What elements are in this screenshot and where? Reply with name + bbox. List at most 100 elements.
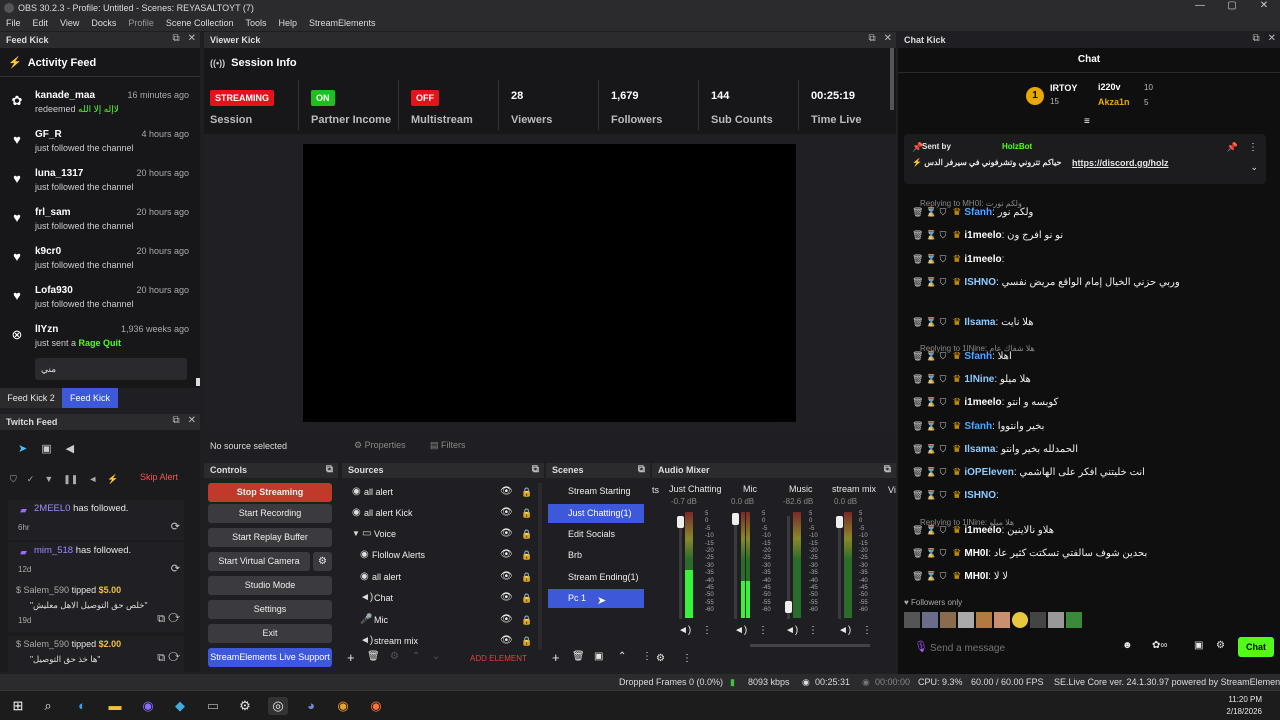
emote-icon[interactable] bbox=[976, 612, 992, 628]
lock-icon[interactable]: 🔒 bbox=[521, 631, 532, 651]
properties-button[interactable]: ⚙ Properties bbox=[350, 438, 410, 453]
mod-tools-icon[interactable]: 🗑 ⌛ ⛉ bbox=[912, 571, 946, 581]
replay-icon[interactable]: ⧉ ⟳ bbox=[157, 613, 180, 626]
close-icon[interactable]: ✕ bbox=[1268, 33, 1276, 44]
more-icon[interactable]: ⋮ bbox=[642, 651, 652, 662]
volume-knob[interactable] bbox=[836, 516, 843, 528]
lock-icon[interactable]: 🔒 bbox=[521, 610, 532, 630]
mod-tools-icon[interactable]: 🗑 ⌛ ⛉ bbox=[912, 317, 946, 327]
volume-icon[interactable]: ◄ bbox=[88, 474, 97, 485]
volume-slider[interactable] bbox=[838, 516, 841, 619]
chat-send-button[interactable]: Chat bbox=[1238, 637, 1274, 657]
studio-mode-button[interactable]: Studio Mode bbox=[208, 576, 332, 595]
menu-file[interactable]: File bbox=[0, 18, 27, 28]
float-icon[interactable]: ⧉ bbox=[172, 33, 179, 44]
eye-icon[interactable]: 👁 bbox=[500, 610, 513, 630]
chat-message[interactable]: 🗑 ⌛ ⛉ ♛ ISHNO: وربي حزني الخيال إمام الواق… bbox=[912, 277, 1262, 288]
eye-icon[interactable]: 👁 bbox=[500, 482, 513, 502]
float-icon[interactable]: ⧉ bbox=[884, 464, 891, 475]
discord-icon[interactable]: ◕ bbox=[301, 697, 321, 715]
float-icon[interactable]: ⧉ bbox=[868, 33, 875, 44]
mod-tools-icon[interactable]: 🗑 ⌛ ⛉ bbox=[912, 277, 946, 287]
volume-icon[interactable]: ◄) bbox=[785, 625, 798, 636]
menu-view[interactable]: View bbox=[54, 18, 85, 28]
up-icon[interactable]: ⌃ bbox=[618, 651, 626, 662]
chevron-down-icon[interactable]: ≡ bbox=[1084, 116, 1090, 127]
gear-icon[interactable]: ⚙ bbox=[656, 653, 665, 664]
chat-username[interactable]: Ilsama bbox=[964, 444, 995, 455]
lock-icon[interactable]: 🔒 bbox=[521, 524, 532, 544]
emote-icon[interactable] bbox=[940, 612, 956, 628]
chat-message[interactable]: 🗑 ⌛ ⛉ ♛ Sfanh: اهلا bbox=[912, 351, 1262, 362]
mod-tools-icon[interactable]: 🗑 ⌛ ⛉ bbox=[912, 525, 946, 535]
add-element-button[interactable]: ADD ELEMENT bbox=[470, 654, 527, 663]
chat-message[interactable]: 🗑 ⌛ ⛉ ♛ iOPEleven: انت خليتني افكر على اله… bbox=[912, 467, 1262, 478]
chat-username[interactable]: Sfanh bbox=[964, 351, 992, 362]
maximize-button[interactable]: ▢ bbox=[1216, 0, 1248, 11]
skip-alert-button[interactable]: Skip Alert bbox=[140, 472, 178, 482]
megaphone-icon[interactable]: ◀ bbox=[66, 442, 74, 455]
se-live-support-button[interactable]: StreamElements Live Support bbox=[208, 648, 332, 667]
shield-icon[interactable]: ⛉ bbox=[10, 474, 17, 485]
trash-icon[interactable]: 🗑 bbox=[572, 651, 585, 662]
eye-icon[interactable]: 👁 bbox=[500, 631, 513, 651]
chat-username[interactable]: MH0I bbox=[964, 571, 988, 582]
scene-item[interactable]: Edit Socials bbox=[548, 525, 644, 544]
emote-icon[interactable] bbox=[1048, 612, 1064, 628]
eye-icon[interactable]: 👁 bbox=[500, 524, 513, 544]
chat-message[interactable]: 🗑 ⌛ ⛉ ♛ Sfanh: بخير وانتووا bbox=[912, 421, 1262, 432]
emote-icon[interactable] bbox=[1030, 612, 1046, 628]
gear-icon[interactable]: ⚙ bbox=[390, 651, 399, 662]
down-icon[interactable]: ⌄ bbox=[432, 651, 440, 662]
mod-tools-icon[interactable]: 🗑 ⌛ ⛉ bbox=[912, 490, 946, 500]
filter-icon[interactable]: ▣ bbox=[594, 651, 603, 662]
chat-username[interactable]: i1meelo bbox=[964, 230, 1001, 241]
lock-icon[interactable]: 🔒 bbox=[521, 567, 532, 587]
source-item[interactable]: ◉ all alert 👁 🔒 bbox=[346, 567, 532, 587]
send-icon[interactable]: ➤ bbox=[18, 442, 27, 455]
chat-input[interactable] bbox=[930, 638, 1140, 658]
volume-slider[interactable] bbox=[734, 516, 737, 619]
chrome-icon[interactable]: ◉ bbox=[333, 697, 353, 715]
close-icon[interactable]: ✕ bbox=[188, 415, 196, 426]
search-icon[interactable]: ⌕ bbox=[38, 697, 58, 715]
emote-icon[interactable] bbox=[1066, 612, 1082, 628]
mod-tools-icon[interactable]: 🗑 ⌛ ⛉ bbox=[912, 207, 946, 217]
add-icon[interactable]: + bbox=[347, 650, 355, 665]
store-icon[interactable]: ▣ bbox=[41, 442, 51, 455]
add-icon[interactable]: + bbox=[552, 650, 560, 665]
firefox-icon[interactable]: ◉ bbox=[366, 697, 386, 715]
pinned-link[interactable]: https://discord.gg/holz bbox=[1072, 158, 1169, 168]
mod-tools-icon[interactable]: 🗑 ⌛ ⛉ bbox=[912, 374, 946, 384]
horizontal-scrollbar[interactable] bbox=[750, 644, 870, 647]
minimize-button[interactable]: — bbox=[1184, 0, 1216, 11]
volume-icon[interactable]: ◄) bbox=[734, 625, 747, 636]
settings-button[interactable]: Settings bbox=[208, 600, 332, 619]
chat-message[interactable]: 🗑 ⌛ ⛉ ♛ ISHNO: bbox=[912, 490, 1262, 501]
eye-icon[interactable]: 👁 bbox=[500, 503, 513, 523]
scene-item[interactable]: Brb bbox=[548, 546, 644, 565]
edge-icon[interactable]: ◐ bbox=[72, 697, 92, 715]
float-icon[interactable]: ⧉ bbox=[1252, 33, 1259, 44]
menu-edit[interactable]: Edit bbox=[27, 18, 55, 28]
lock-icon[interactable]: 🔒 bbox=[521, 588, 532, 608]
chat-message[interactable]: 🗑 ⌛ ⛉ ♛ i1meelo: كوبسه و انتو bbox=[912, 397, 1262, 408]
app-icon[interactable]: ◉ bbox=[138, 697, 158, 715]
chat-message[interactable]: 🗑 ⌛ ⛉ ♛ 1lNine: هلا ميلو bbox=[912, 374, 1262, 385]
float-icon[interactable]: ⧉ bbox=[638, 464, 645, 475]
mod-tools-icon[interactable]: 🗑 ⌛ ⛉ bbox=[912, 444, 946, 454]
eye-icon[interactable]: 👁 bbox=[500, 545, 513, 565]
chat-message[interactable]: 🗑 ⌛ ⛉ ♛ i1meelo: هلاو نالاينين bbox=[912, 525, 1262, 536]
emote-icon[interactable] bbox=[922, 612, 938, 628]
chevron-down-icon[interactable]: ⌄ bbox=[1250, 162, 1258, 173]
trash-icon[interactable]: 🗑 bbox=[367, 651, 380, 662]
source-item[interactable]: 🎤 Mic 👁 🔒 bbox=[346, 610, 532, 630]
volume-icon[interactable]: ◄) bbox=[678, 625, 691, 636]
pin-icon[interactable]: 📌 bbox=[1227, 142, 1238, 153]
more-icon[interactable]: ⋮ bbox=[1248, 142, 1258, 153]
mic-icon[interactable]: 🎙 bbox=[914, 640, 928, 653]
float-icon[interactable]: ⧉ bbox=[532, 464, 539, 475]
scene-item[interactable]: Pc 1 bbox=[548, 589, 644, 608]
steam-icon[interactable]: ⚙ bbox=[235, 697, 255, 715]
menu-scene-collection[interactable]: Scene Collection bbox=[160, 18, 240, 28]
